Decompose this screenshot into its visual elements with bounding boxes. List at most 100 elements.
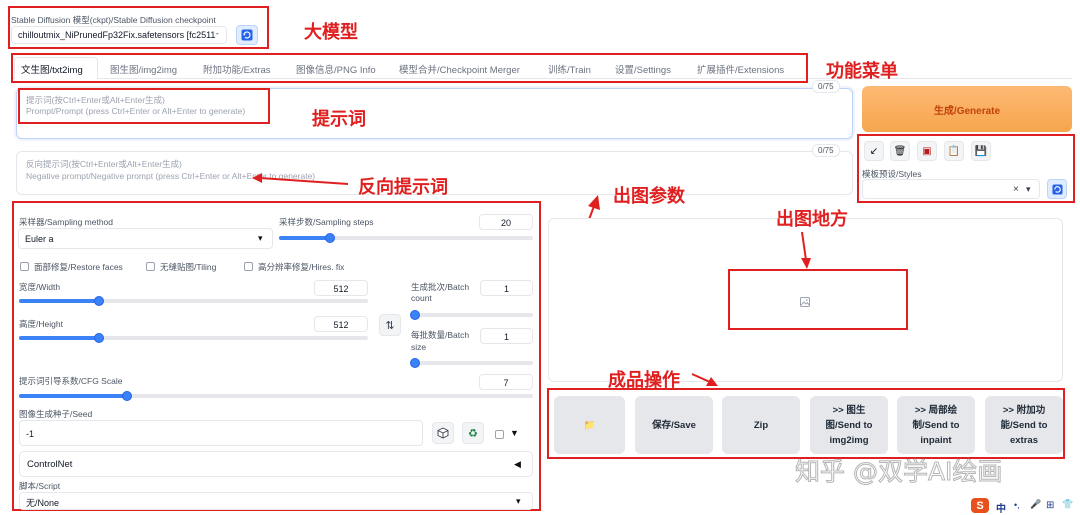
batch-size-value: 1 [503, 332, 509, 342]
hires-fix-checkbox[interactable] [244, 262, 253, 271]
output-arrow-icon [801, 231, 811, 269]
send-to-inpaint-label: >> 局部绘 制/Send to inpaint [912, 404, 960, 446]
script-value: 无/None [26, 498, 60, 508]
keyboard-icon[interactable]: ⊞ [1046, 500, 1054, 511]
send-to-extras-label: >> 附加功 能/Send to extras [1000, 404, 1048, 446]
swap-icon: ⇅ [385, 319, 395, 332]
width-slider[interactable] [19, 296, 368, 306]
slider-thumb[interactable] [410, 310, 420, 320]
batch-count-value: 1 [503, 284, 509, 294]
slider-thumb[interactable] [410, 358, 420, 368]
menu-highlight-box [11, 53, 808, 83]
sampling-method-select[interactable]: Euler a [18, 228, 273, 249]
negative-placeholder-line1: 反向提示词(按Ctrl+Enter或Alt+Enter生成) [26, 159, 182, 169]
tiling-label: 无缝贴图/Tiling [160, 262, 217, 272]
save-label: 保存/Save [652, 419, 696, 431]
zip-button[interactable]: Zip [722, 396, 800, 454]
batch-count-input[interactable]: 1 [480, 280, 533, 296]
annotation-menu: 功能菜单 [826, 61, 898, 82]
prompt-highlight-box [18, 88, 270, 124]
punctuation-icon[interactable]: •, [1014, 500, 1020, 510]
width-input[interactable]: 512 [314, 280, 368, 296]
slider-thumb[interactable] [324, 233, 335, 243]
recycle-icon: ♻ [468, 427, 478, 440]
watermark: 知乎 @双学AI绘画 [794, 457, 1003, 487]
save-button[interactable]: 保存/Save [635, 396, 713, 454]
prompt-token-counter: 0/75 [812, 80, 840, 93]
negative-arrow-icon [252, 173, 349, 185]
height-label: 高度/Height [19, 319, 63, 329]
generate-button[interactable]: 生成/Generate [862, 86, 1072, 132]
sampling-steps-input[interactable]: 20 [479, 214, 533, 230]
skin-icon[interactable]: 👕 [1062, 499, 1073, 510]
script-select[interactable]: 无/None [19, 492, 533, 510]
ime-language-icon[interactable]: 中 [996, 500, 1006, 515]
tiling-checkbox[interactable] [146, 262, 155, 271]
seed-input[interactable]: -1 [19, 420, 423, 446]
annotation-output-area: 出图地方 [776, 209, 848, 230]
batch-size-input[interactable]: 1 [480, 328, 533, 344]
sampling-method-label: 采样器/Sampling method [19, 217, 114, 227]
extra-seed-checkbox[interactable] [495, 430, 504, 439]
annotation-params: 出图参数 [613, 186, 685, 207]
chevron-down-icon: ▾ [258, 233, 263, 243]
height-value: 512 [333, 320, 349, 330]
cfg-scale-slider[interactable] [19, 391, 533, 401]
send-to-img2img-label: >> 图生 图/Send to img2img [825, 404, 873, 446]
output-highlight-box [728, 269, 908, 330]
sampling-steps-value: 20 [500, 218, 511, 228]
seed-label: 图像生成种子/Seed [19, 409, 93, 419]
width-label: 宽度/Width [19, 282, 61, 292]
restore-faces-label: 面部修复/Restore faces [34, 262, 123, 272]
generate-label: 生成/Generate [933, 105, 1001, 117]
sampling-method-value: Euler a [25, 234, 54, 244]
microphone-icon[interactable]: 🎤 [1030, 499, 1041, 510]
sampling-steps-label: 采样步数/Sampling steps [279, 217, 374, 227]
slider-fill [279, 236, 330, 240]
reuse-seed-button[interactable]: ♻ [462, 422, 484, 444]
height-input[interactable]: 512 [314, 316, 368, 332]
batch-count-slider[interactable] [410, 310, 533, 320]
model-highlight-box [8, 6, 269, 49]
input-method-icon[interactable]: S [971, 498, 989, 513]
send-to-inpaint-button[interactable]: >> 局部绘 制/Send to inpaint [897, 396, 975, 454]
slider-fill [19, 394, 127, 398]
random-seed-button[interactable] [432, 422, 454, 444]
open-folder-button[interactable]: 📁 [554, 396, 625, 454]
slider-fill [19, 299, 100, 303]
controlnet-accordion[interactable] [19, 451, 533, 477]
batch-count-label-2: count [411, 293, 432, 303]
annotation-prompt: 提示词 [312, 109, 366, 130]
slider-fill [19, 336, 100, 340]
annotation-model: 大模型 [304, 22, 358, 43]
script-label: 脚本/Script [19, 481, 61, 491]
actions-arrow-icon [691, 373, 718, 386]
dice-icon [437, 427, 449, 439]
image-placeholder-icon [800, 297, 810, 307]
restore-faces-checkbox[interactable] [20, 262, 29, 271]
hires-fix-label: 高分辨率修复/Hires. fix [258, 262, 345, 272]
cfg-scale-value: 7 [503, 378, 509, 388]
cfg-scale-input[interactable]: 7 [479, 374, 533, 390]
swap-dimensions-button[interactable]: ⇅ [379, 314, 401, 336]
extra-seed-toggle-icon[interactable]: ▼ [510, 428, 519, 438]
annotation-negative: 反向提示词 [358, 177, 448, 198]
cfg-scale-label: 提示词引导系数/CFG Scale [19, 376, 123, 386]
batch-size-label-2: size [411, 342, 427, 352]
negative-token-counter: 0/75 [812, 144, 840, 157]
width-value: 512 [333, 284, 349, 294]
batch-count-label: 生成批次/Batch [411, 282, 470, 292]
batch-size-slider[interactable] [410, 358, 533, 368]
slider-thumb[interactable] [121, 391, 132, 401]
chevron-down-icon: ▾ [516, 496, 521, 506]
sampling-steps-slider[interactable] [279, 233, 533, 243]
styles-highlight-box [857, 134, 1075, 203]
controlnet-label: ControlNet [27, 459, 73, 470]
batch-size-label: 每批数量/Batch [411, 330, 470, 340]
collapse-icon: ◀ [514, 459, 521, 469]
height-slider[interactable] [19, 333, 368, 343]
folder-icon: 📁 [583, 419, 596, 431]
send-to-extras-button[interactable]: >> 附加功 能/Send to extras [985, 396, 1063, 454]
seed-value: -1 [26, 429, 35, 439]
send-to-img2img-button[interactable]: >> 图生 图/Send to img2img [810, 396, 888, 454]
